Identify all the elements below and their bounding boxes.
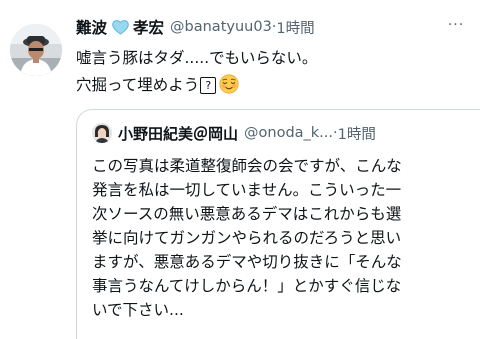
quoted-timestamp[interactable]: 1時間 <box>338 123 376 144</box>
quoted-tweet-header: 小野田紀美＠岡山 @onoda_k... · 1時間 <box>92 122 376 144</box>
quoted-text-line: いで下さい... <box>92 301 184 319</box>
light-blue-heart-icon <box>112 19 129 35</box>
quoted-author-name[interactable]: 小野田紀美＠岡山 <box>118 123 238 144</box>
tweet-text: 嘘言う豚はタダ.....でもいらない。 穴掘って埋めよう? <box>76 45 466 99</box>
quoted-author-handle[interactable]: @onoda_k... <box>244 125 333 141</box>
quoted-text-line: 次ソースの無い悪意あるデマはこれからも選 <box>92 205 402 223</box>
author-name-last[interactable]: 孝宏 <box>133 16 164 38</box>
relieved-face-icon <box>219 74 239 94</box>
author-handle[interactable]: @banatyuu03 <box>170 19 272 35</box>
avatar-photo <box>10 24 62 76</box>
avatar[interactable] <box>10 24 62 76</box>
tweet-text-line: 穴掘って埋めよう? <box>76 72 466 99</box>
tweet-text-line: 嘘言う豚はタダ.....でもいらない。 <box>76 49 318 67</box>
tweet-timestamp[interactable]: 1時間 <box>276 17 314 38</box>
quoted-text-line: 挙に向けてガンガンやられるのだろうと思い <box>92 229 402 247</box>
quoted-text-line: ますが、悪意あるデマや切り抜きに「そんな <box>92 253 402 271</box>
quoted-tweet[interactable]: 小野田紀美＠岡山 @onoda_k... · 1時間 この写真は柔道整復師会の会… <box>76 109 480 339</box>
tweet-text-fragment: 穴掘って埋めよう <box>76 76 200 94</box>
quoted-avatar-photo <box>92 123 112 143</box>
quoted-tweet-text: この写真は柔道整復師会の会ですが、こんな 発言を私は一切していません。こういった… <box>92 154 476 322</box>
tweet-header: 難波 孝宏 @banatyuu03 · 1時間 <box>76 15 315 39</box>
quoted-text-line: 発言を私は一切していません。こういった一 <box>92 181 402 199</box>
boxed-question-mark-icon: ? <box>200 77 217 94</box>
more-options-icon[interactable]: ··· <box>441 14 471 36</box>
quoted-text-line: 事言うなんてけしからん！」とかすぐ信じな <box>92 277 402 295</box>
author-name-first[interactable]: 難波 <box>76 16 107 38</box>
tweet[interactable]: 難波 孝宏 @banatyuu03 · 1時間 ··· 嘘言う豚はタダ.....… <box>0 0 480 339</box>
quoted-text-line: この写真は柔道整復師会の会ですが、こんな <box>92 157 402 175</box>
quoted-avatar[interactable] <box>92 123 112 143</box>
